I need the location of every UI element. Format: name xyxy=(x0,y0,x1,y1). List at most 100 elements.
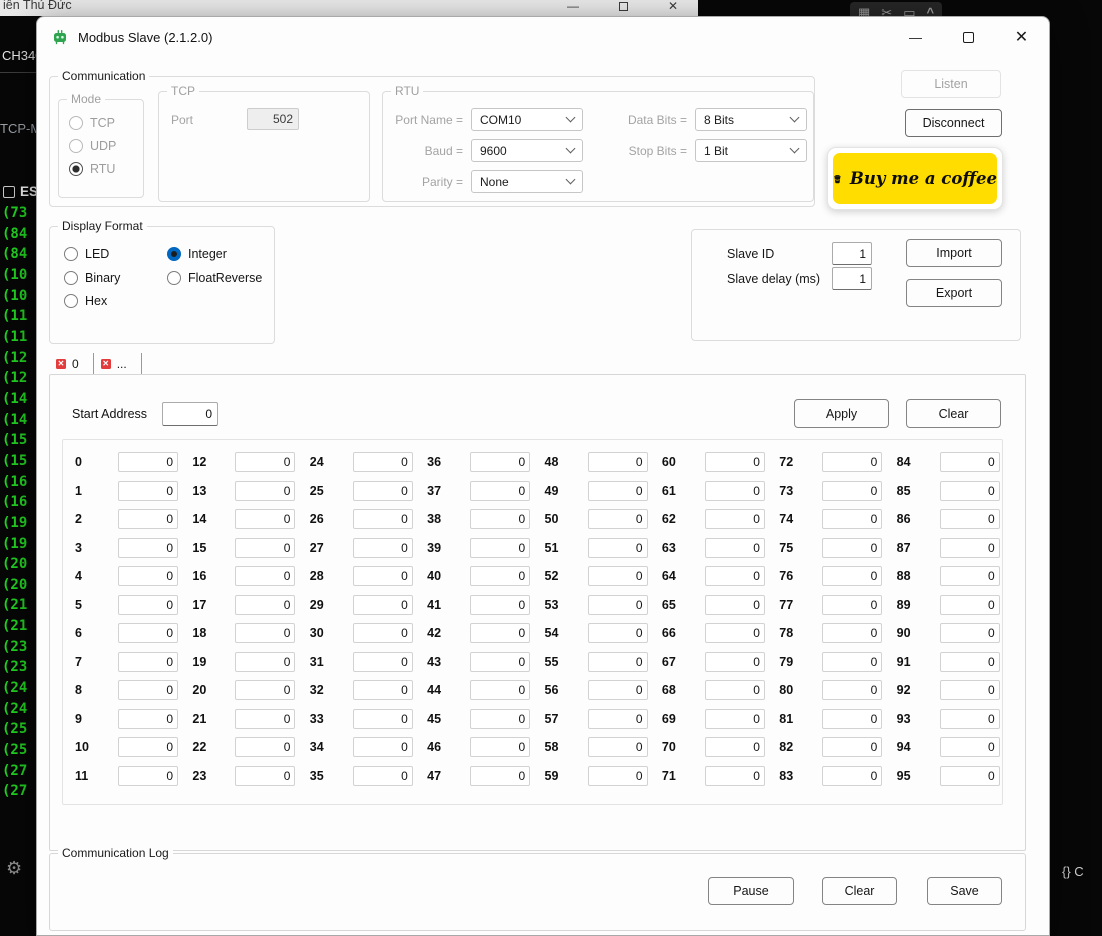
register-input[interactable] xyxy=(235,737,295,757)
log-save-button[interactable]: Save xyxy=(927,877,1002,905)
register-input[interactable] xyxy=(353,481,413,501)
close-icon[interactable]: ✕ xyxy=(995,17,1048,57)
register-input[interactable] xyxy=(118,766,178,786)
export-button[interactable]: Export xyxy=(906,279,1002,307)
register-input[interactable] xyxy=(822,595,882,615)
register-input[interactable] xyxy=(118,680,178,700)
register-input[interactable] xyxy=(822,538,882,558)
data-bits-combo[interactable]: 8 Bits xyxy=(695,108,807,131)
register-input[interactable] xyxy=(705,566,765,586)
register-input[interactable] xyxy=(705,766,765,786)
register-input[interactable] xyxy=(940,481,1000,501)
disconnect-button[interactable]: Disconnect xyxy=(905,109,1002,137)
register-input[interactable] xyxy=(470,566,530,586)
tab-close-icon[interactable]: ✕ xyxy=(101,359,111,369)
register-input[interactable] xyxy=(470,766,530,786)
register-input[interactable] xyxy=(940,680,1000,700)
register-input[interactable] xyxy=(470,452,530,472)
slave-delay-input[interactable] xyxy=(832,267,872,290)
register-input[interactable] xyxy=(235,652,295,672)
radio-floatreverse[interactable]: FloatReverse xyxy=(167,270,262,286)
register-input[interactable] xyxy=(940,595,1000,615)
baud-combo[interactable]: 9600 xyxy=(471,139,583,162)
register-input[interactable] xyxy=(705,709,765,729)
register-input[interactable] xyxy=(470,509,530,529)
register-input[interactable] xyxy=(470,481,530,501)
register-input[interactable] xyxy=(705,737,765,757)
stop-bits-combo[interactable]: 1 Bit xyxy=(695,139,807,162)
register-input[interactable] xyxy=(470,737,530,757)
register-input[interactable] xyxy=(235,680,295,700)
register-input[interactable] xyxy=(235,595,295,615)
register-input[interactable] xyxy=(822,623,882,643)
register-input[interactable] xyxy=(235,452,295,472)
register-input[interactable] xyxy=(470,652,530,672)
register-input[interactable] xyxy=(705,509,765,529)
register-input[interactable] xyxy=(705,481,765,501)
register-input[interactable] xyxy=(588,538,648,558)
tab-0[interactable]: ✕ 0 xyxy=(49,353,94,374)
register-input[interactable] xyxy=(940,452,1000,472)
register-input[interactable] xyxy=(235,481,295,501)
log-pause-button[interactable]: Pause xyxy=(708,877,794,905)
background-close-icon[interactable]: ✕ xyxy=(666,0,680,14)
background-minimize-icon[interactable]: — xyxy=(566,0,580,14)
register-input[interactable] xyxy=(353,623,413,643)
register-input[interactable] xyxy=(940,709,1000,729)
register-input[interactable] xyxy=(940,623,1000,643)
register-input[interactable] xyxy=(705,452,765,472)
register-input[interactable] xyxy=(588,680,648,700)
register-input[interactable] xyxy=(353,452,413,472)
register-input[interactable] xyxy=(470,538,530,558)
register-input[interactable] xyxy=(822,766,882,786)
buy-me-a-coffee-button[interactable]: Buy me a coffee xyxy=(833,153,997,204)
register-input[interactable] xyxy=(822,680,882,700)
register-input[interactable] xyxy=(118,623,178,643)
register-input[interactable] xyxy=(470,709,530,729)
register-input[interactable] xyxy=(353,737,413,757)
register-input[interactable] xyxy=(235,709,295,729)
register-input[interactable] xyxy=(353,652,413,672)
maximize-icon[interactable] xyxy=(942,17,995,57)
parity-combo[interactable]: None xyxy=(471,170,583,193)
tcp-port-input[interactable] xyxy=(247,108,299,130)
register-input[interactable] xyxy=(822,566,882,586)
register-input[interactable] xyxy=(118,566,178,586)
register-input[interactable] xyxy=(118,652,178,672)
register-input[interactable] xyxy=(118,595,178,615)
radio-integer[interactable]: Integer xyxy=(167,246,227,262)
register-input[interactable] xyxy=(940,766,1000,786)
register-input[interactable] xyxy=(822,737,882,757)
register-input[interactable] xyxy=(470,595,530,615)
register-input[interactable] xyxy=(822,452,882,472)
register-input[interactable] xyxy=(705,680,765,700)
register-input[interactable] xyxy=(118,709,178,729)
import-button[interactable]: Import xyxy=(906,239,1002,267)
radio-tcp[interactable]: TCP xyxy=(69,115,116,131)
apply-button[interactable]: Apply xyxy=(794,399,889,428)
registers-clear-button[interactable]: Clear xyxy=(906,399,1001,428)
log-clear-button[interactable]: Clear xyxy=(822,877,897,905)
register-input[interactable] xyxy=(353,509,413,529)
register-input[interactable] xyxy=(588,509,648,529)
register-input[interactable] xyxy=(940,509,1000,529)
register-input[interactable] xyxy=(588,709,648,729)
register-input[interactable] xyxy=(470,680,530,700)
start-address-input[interactable] xyxy=(162,402,218,426)
register-input[interactable] xyxy=(705,623,765,643)
register-input[interactable] xyxy=(588,452,648,472)
radio-led[interactable]: LED xyxy=(64,246,109,262)
register-input[interactable] xyxy=(118,481,178,501)
register-input[interactable] xyxy=(822,652,882,672)
register-input[interactable] xyxy=(588,766,648,786)
register-input[interactable] xyxy=(235,766,295,786)
register-input[interactable] xyxy=(822,509,882,529)
register-input[interactable] xyxy=(588,566,648,586)
register-input[interactable] xyxy=(588,737,648,757)
register-input[interactable] xyxy=(353,680,413,700)
register-input[interactable] xyxy=(705,595,765,615)
tab-close-icon[interactable]: ✕ xyxy=(56,359,66,369)
register-input[interactable] xyxy=(822,709,882,729)
register-input[interactable] xyxy=(235,623,295,643)
register-input[interactable] xyxy=(353,766,413,786)
